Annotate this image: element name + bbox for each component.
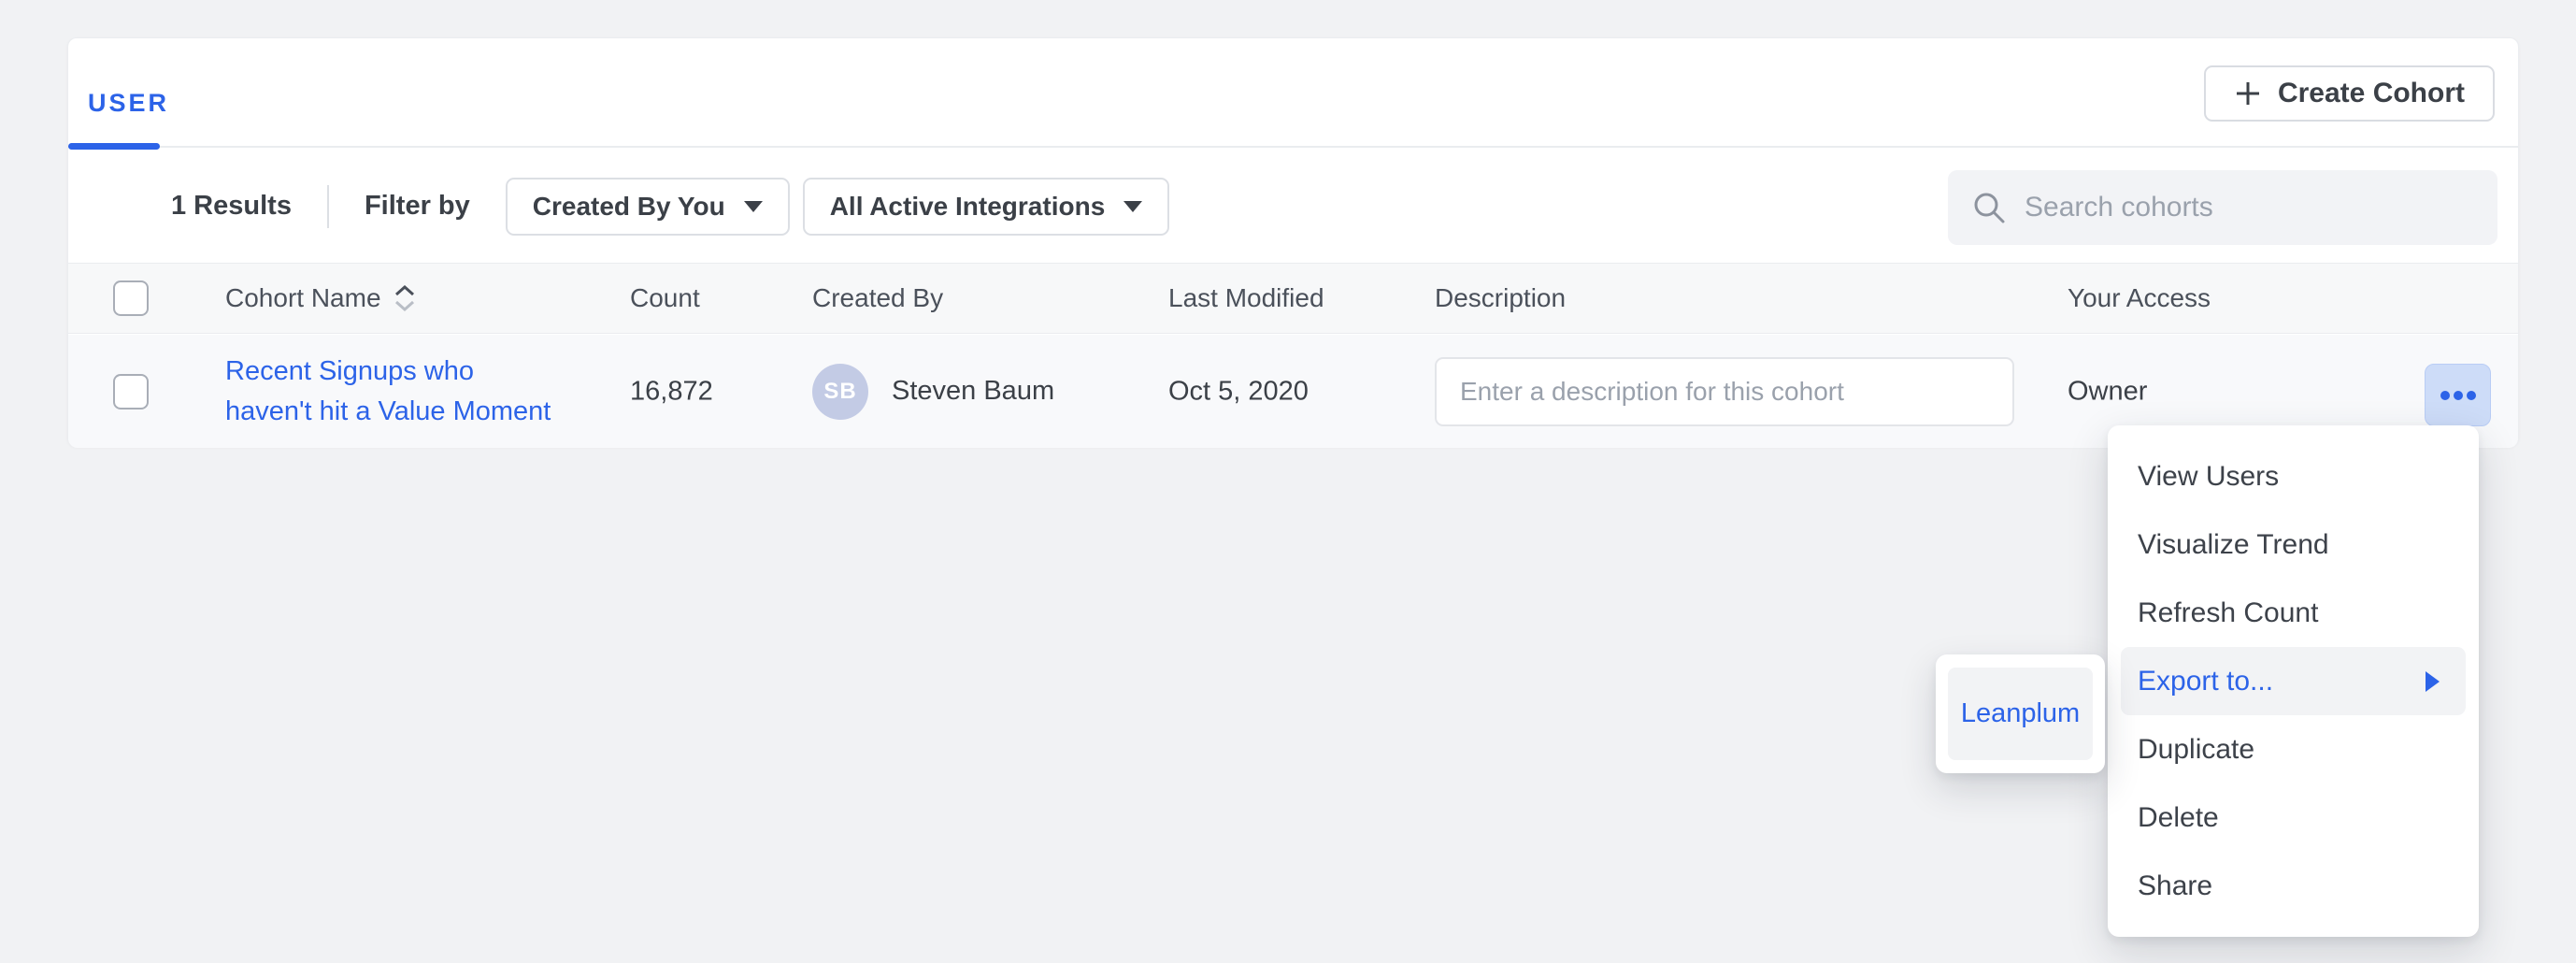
header-last-modified: Last Modified — [1168, 283, 1324, 313]
search-icon — [1972, 191, 2006, 224]
context-menu: View Users Visualize Trend Refresh Count… — [2108, 425, 2479, 937]
cohorts-panel: USER Create Cohort 1 Results Filter by C… — [67, 37, 2519, 447]
row-checkbox[interactable] — [113, 374, 149, 410]
chevron-down-icon — [744, 201, 763, 212]
description-input[interactable] — [1435, 357, 2014, 426]
divider — [327, 185, 329, 228]
header-cohort-name[interactable]: Cohort Name — [225, 283, 417, 313]
tab-user-label: USER — [88, 89, 169, 118]
menu-item-export-to[interactable]: Export to... — [2121, 647, 2466, 715]
creator-name: Steven Baum — [892, 376, 1054, 407]
header-count: Count — [630, 283, 700, 313]
header-your-access: Your Access — [2068, 283, 2211, 313]
menu-item-delete[interactable]: Delete — [2121, 783, 2466, 852]
menu-item-export-to-label: Export to... — [2138, 666, 2273, 697]
header-created-by: Created By — [812, 283, 943, 313]
avatar: SB — [812, 364, 868, 420]
last-modified-date: Oct 5, 2020 — [1168, 376, 1309, 407]
filter-by-label: Filter by — [365, 191, 470, 222]
search-cohorts-box — [1948, 170, 2497, 245]
submenu-item-leanplum[interactable]: Leanplum — [1948, 668, 2093, 760]
more-actions-button[interactable] — [2425, 364, 2491, 426]
tab-user[interactable]: USER — [68, 38, 190, 146]
created-by-cell: SB Steven Baum — [812, 364, 1054, 420]
create-cohort-label: Create Cohort — [2278, 78, 2465, 109]
filter-bar: 1 Results Filter by Created By You All A… — [68, 150, 2518, 263]
menu-item-view-users[interactable]: View Users — [2121, 442, 2466, 510]
header-description: Description — [1435, 283, 1566, 313]
header-cohort-name-label: Cohort Name — [225, 283, 381, 313]
active-tab-indicator — [68, 143, 160, 150]
sort-icon — [393, 283, 417, 313]
integrations-dropdown-label: All Active Integrations — [830, 192, 1106, 222]
created-by-dropdown-label: Created By You — [533, 192, 725, 222]
search-input[interactable] — [2025, 192, 2473, 223]
menu-item-share[interactable]: Share — [2121, 852, 2466, 920]
results-count: 1 Results — [171, 191, 292, 222]
chevron-down-icon — [1123, 201, 1142, 212]
more-icon — [2440, 391, 2450, 400]
table-header: Cohort Name Count Created By Last Modifi… — [68, 263, 2518, 334]
select-all-checkbox[interactable] — [113, 280, 149, 316]
access-value: Owner — [2068, 376, 2147, 407]
menu-item-refresh-count[interactable]: Refresh Count — [2121, 579, 2466, 647]
tab-bar: USER Create Cohort — [68, 38, 2518, 148]
create-cohort-button[interactable]: Create Cohort — [2204, 65, 2495, 122]
created-by-dropdown[interactable]: Created By You — [506, 178, 790, 236]
integrations-dropdown[interactable]: All Active Integrations — [803, 178, 1170, 236]
menu-item-duplicate[interactable]: Duplicate — [2121, 715, 2466, 783]
menu-item-visualize-trend[interactable]: Visualize Trend — [2121, 510, 2466, 579]
cohort-name-link[interactable]: Recent Signups who haven't hit a Value M… — [225, 352, 554, 432]
plus-icon — [2234, 79, 2262, 108]
submenu-arrow-icon — [2426, 671, 2440, 692]
export-submenu: Leanplum — [1936, 654, 2105, 773]
cohort-count: 16,872 — [630, 376, 713, 407]
